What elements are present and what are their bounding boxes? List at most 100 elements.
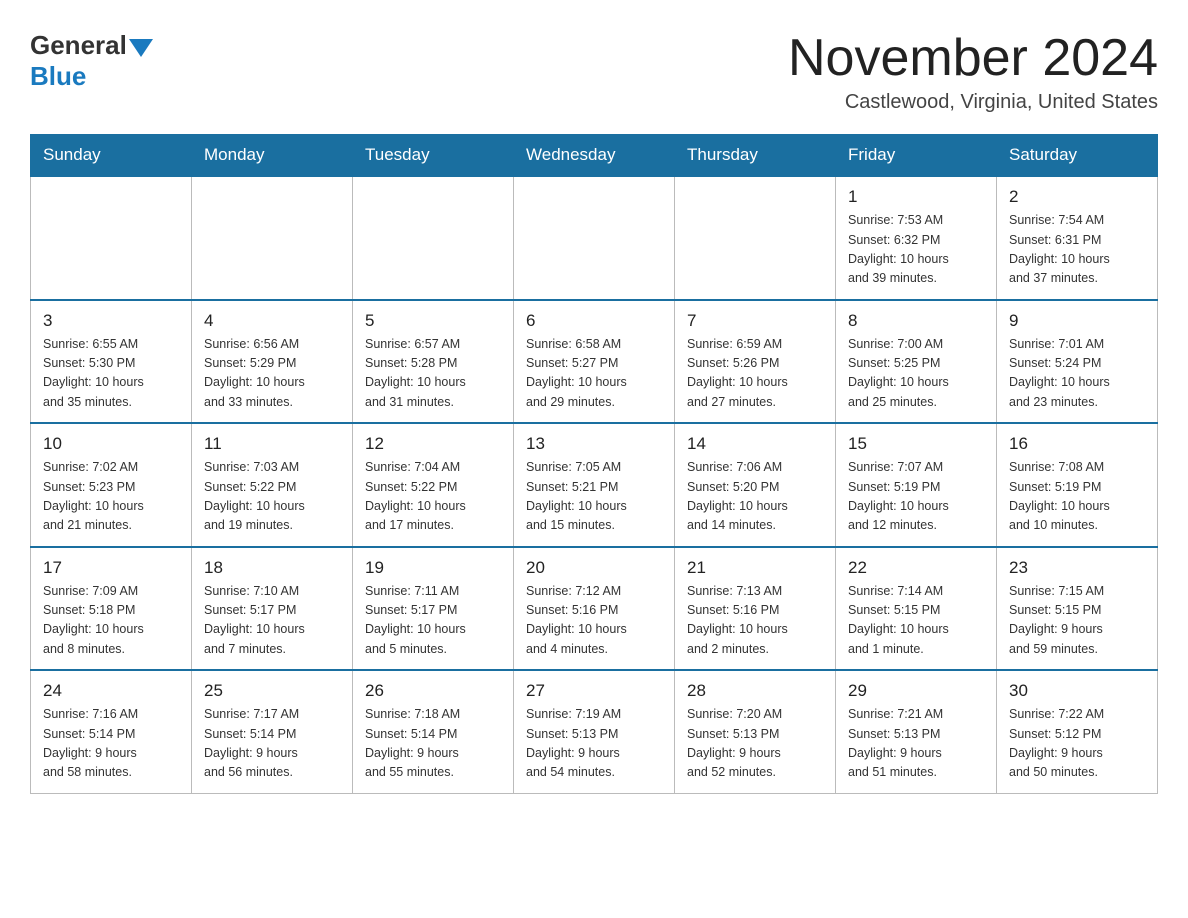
calendar-cell: 26 Sunrise: 7:18 AMSunset: 5:14 PMDayligh… (353, 670, 514, 793)
calendar-cell: 1 Sunrise: 7:53 AMSunset: 6:32 PMDaylight… (836, 176, 997, 300)
calendar-cell: 19 Sunrise: 7:11 AMSunset: 5:17 PMDayligh… (353, 547, 514, 671)
day-number: 21 (687, 558, 823, 578)
calendar-cell (192, 176, 353, 300)
day-info: Sunrise: 7:18 AMSunset: 5:14 PMDaylight:… (365, 705, 501, 783)
day-info: Sunrise: 7:01 AMSunset: 5:24 PMDaylight:… (1009, 335, 1145, 413)
day-info: Sunrise: 6:55 AMSunset: 5:30 PMDaylight:… (43, 335, 179, 413)
page-header: General Blue November 2024 Castlewood, V… (30, 30, 1158, 114)
weekday-header-sunday: Sunday (31, 135, 192, 177)
month-title: November 2024 (788, 30, 1158, 87)
day-info: Sunrise: 7:08 AMSunset: 5:19 PMDaylight:… (1009, 458, 1145, 536)
day-info: Sunrise: 7:07 AMSunset: 5:19 PMDaylight:… (848, 458, 984, 536)
weekday-header-friday: Friday (836, 135, 997, 177)
day-info: Sunrise: 7:20 AMSunset: 5:13 PMDaylight:… (687, 705, 823, 783)
day-number: 29 (848, 681, 984, 701)
day-info: Sunrise: 7:19 AMSunset: 5:13 PMDaylight:… (526, 705, 662, 783)
day-info: Sunrise: 7:06 AMSunset: 5:20 PMDaylight:… (687, 458, 823, 536)
week-row-1: 1 Sunrise: 7:53 AMSunset: 6:32 PMDaylight… (31, 176, 1158, 300)
day-number: 10 (43, 434, 179, 454)
calendar-cell: 30Sunrise: 7:22 AMSunset: 5:12 PMDayligh… (997, 670, 1158, 793)
calendar-cell: 11 Sunrise: 7:03 AMSunset: 5:22 PMDayligh… (192, 423, 353, 547)
day-number: 4 (204, 311, 340, 331)
day-info: Sunrise: 7:02 AMSunset: 5:23 PMDaylight:… (43, 458, 179, 536)
calendar-cell: 10 Sunrise: 7:02 AMSunset: 5:23 PMDayligh… (31, 423, 192, 547)
day-number: 1 (848, 187, 984, 207)
day-number: 8 (848, 311, 984, 331)
location-title: Castlewood, Virginia, United States (788, 91, 1158, 114)
calendar-cell: 22 Sunrise: 7:14 AMSunset: 5:15 PMDayligh… (836, 547, 997, 671)
weekday-header-monday: Monday (192, 135, 353, 177)
logo-general-text: General (30, 30, 127, 61)
title-block: November 2024 Castlewood, Virginia, Unit… (788, 30, 1158, 114)
calendar-cell (353, 176, 514, 300)
calendar-cell: 24 Sunrise: 7:16 AMSunset: 5:14 PMDayligh… (31, 670, 192, 793)
day-number: 27 (526, 681, 662, 701)
day-info: Sunrise: 7:22 AMSunset: 5:12 PMDaylight:… (1009, 705, 1145, 783)
calendar-cell: 5Sunrise: 6:57 AMSunset: 5:28 PMDaylight… (353, 300, 514, 424)
calendar-cell: 7Sunrise: 6:59 AMSunset: 5:26 PMDaylight… (675, 300, 836, 424)
day-number: 11 (204, 434, 340, 454)
day-info: Sunrise: 7:53 AMSunset: 6:32 PMDaylight:… (848, 211, 984, 289)
calendar-table: SundayMondayTuesdayWednesdayThursdayFrid… (30, 134, 1158, 794)
day-info: Sunrise: 7:16 AMSunset: 5:14 PMDaylight:… (43, 705, 179, 783)
calendar-header-row: SundayMondayTuesdayWednesdayThursdayFrid… (31, 135, 1158, 177)
logo-triangle-icon (129, 39, 153, 57)
day-info: Sunrise: 7:21 AMSunset: 5:13 PMDaylight:… (848, 705, 984, 783)
weekday-header-thursday: Thursday (675, 135, 836, 177)
day-info: Sunrise: 7:17 AMSunset: 5:14 PMDaylight:… (204, 705, 340, 783)
day-info: Sunrise: 7:10 AMSunset: 5:17 PMDaylight:… (204, 582, 340, 660)
day-info: Sunrise: 7:13 AMSunset: 5:16 PMDaylight:… (687, 582, 823, 660)
day-number: 23 (1009, 558, 1145, 578)
day-info: Sunrise: 7:09 AMSunset: 5:18 PMDaylight:… (43, 582, 179, 660)
day-info: Sunrise: 7:03 AMSunset: 5:22 PMDaylight:… (204, 458, 340, 536)
calendar-cell: 15 Sunrise: 7:07 AMSunset: 5:19 PMDayligh… (836, 423, 997, 547)
day-number: 16 (1009, 434, 1145, 454)
day-number: 7 (687, 311, 823, 331)
calendar-cell: 4 Sunrise: 6:56 AMSunset: 5:29 PMDaylight… (192, 300, 353, 424)
day-number: 25 (204, 681, 340, 701)
calendar-cell: 6Sunrise: 6:58 AMSunset: 5:27 PMDaylight… (514, 300, 675, 424)
day-info: Sunrise: 7:14 AMSunset: 5:15 PMDaylight:… (848, 582, 984, 660)
calendar-cell: 17 Sunrise: 7:09 AMSunset: 5:18 PMDayligh… (31, 547, 192, 671)
calendar-cell: 28 Sunrise: 7:20 AMSunset: 5:13 PMDayligh… (675, 670, 836, 793)
calendar-cell: 13 Sunrise: 7:05 AMSunset: 5:21 PMDayligh… (514, 423, 675, 547)
day-info: Sunrise: 7:11 AMSunset: 5:17 PMDaylight:… (365, 582, 501, 660)
day-info: Sunrise: 7:04 AMSunset: 5:22 PMDaylight:… (365, 458, 501, 536)
day-number: 18 (204, 558, 340, 578)
week-row-2: 3Sunrise: 6:55 AMSunset: 5:30 PMDaylight… (31, 300, 1158, 424)
calendar-cell: 27 Sunrise: 7:19 AMSunset: 5:13 PMDayligh… (514, 670, 675, 793)
calendar-cell: 23Sunrise: 7:15 AMSunset: 5:15 PMDayligh… (997, 547, 1158, 671)
day-info: Sunrise: 7:05 AMSunset: 5:21 PMDaylight:… (526, 458, 662, 536)
day-number: 20 (526, 558, 662, 578)
weekday-header-wednesday: Wednesday (514, 135, 675, 177)
day-number: 22 (848, 558, 984, 578)
day-number: 15 (848, 434, 984, 454)
day-number: 19 (365, 558, 501, 578)
day-number: 9 (1009, 311, 1145, 331)
day-number: 26 (365, 681, 501, 701)
day-number: 17 (43, 558, 179, 578)
calendar-cell: 3Sunrise: 6:55 AMSunset: 5:30 PMDaylight… (31, 300, 192, 424)
calendar-cell (31, 176, 192, 300)
day-info: Sunrise: 6:57 AMSunset: 5:28 PMDaylight:… (365, 335, 501, 413)
calendar-cell: 14Sunrise: 7:06 AMSunset: 5:20 PMDayligh… (675, 423, 836, 547)
day-number: 6 (526, 311, 662, 331)
day-info: Sunrise: 7:00 AMSunset: 5:25 PMDaylight:… (848, 335, 984, 413)
logo: General Blue (30, 30, 153, 92)
week-row-3: 10 Sunrise: 7:02 AMSunset: 5:23 PMDayligh… (31, 423, 1158, 547)
day-number: 24 (43, 681, 179, 701)
calendar-cell: 8 Sunrise: 7:00 AMSunset: 5:25 PMDaylight… (836, 300, 997, 424)
logo-blue-text: Blue (30, 61, 86, 92)
calendar-cell: 2 Sunrise: 7:54 AMSunset: 6:31 PMDaylight… (997, 176, 1158, 300)
calendar-cell: 21 Sunrise: 7:13 AMSunset: 5:16 PMDayligh… (675, 547, 836, 671)
day-info: Sunrise: 6:56 AMSunset: 5:29 PMDaylight:… (204, 335, 340, 413)
day-number: 28 (687, 681, 823, 701)
calendar-cell: 16 Sunrise: 7:08 AMSunset: 5:19 PMDayligh… (997, 423, 1158, 547)
day-info: Sunrise: 7:54 AMSunset: 6:31 PMDaylight:… (1009, 211, 1145, 289)
day-number: 12 (365, 434, 501, 454)
day-number: 13 (526, 434, 662, 454)
calendar-cell: 20 Sunrise: 7:12 AMSunset: 5:16 PMDayligh… (514, 547, 675, 671)
day-info: Sunrise: 7:12 AMSunset: 5:16 PMDaylight:… (526, 582, 662, 660)
calendar-cell: 9 Sunrise: 7:01 AMSunset: 5:24 PMDaylight… (997, 300, 1158, 424)
day-number: 2 (1009, 187, 1145, 207)
